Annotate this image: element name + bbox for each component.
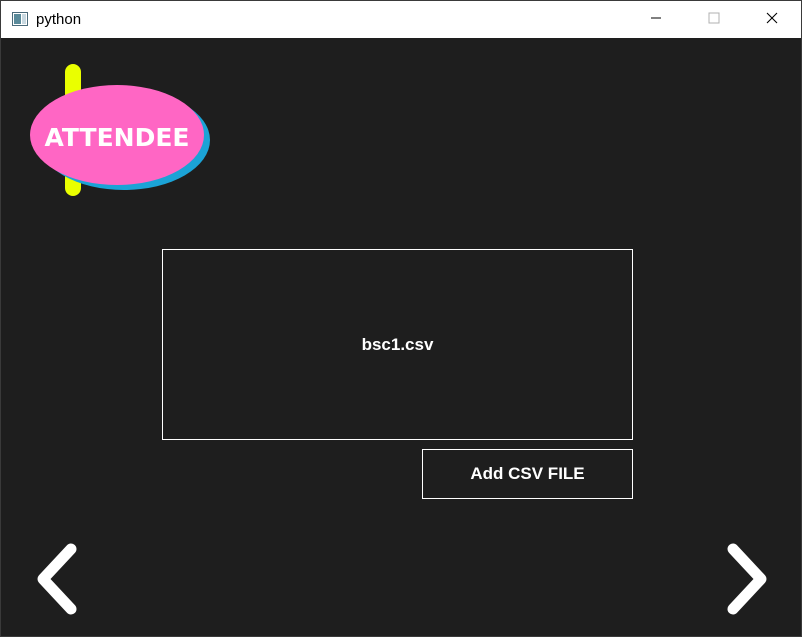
previous-button[interactable] [33,541,81,617]
maximize-button[interactable] [685,1,743,38]
attendee-logo: ATTENDEE [29,64,214,199]
maximize-icon [708,11,720,29]
window-title: python [36,11,82,28]
chevron-left-icon [33,543,81,621]
svg-text:ATTENDEE: ATTENDEE [45,123,190,152]
selected-file-name: bsc1.csv [361,334,434,354]
file-display-box: bsc1.csv [162,249,633,440]
close-button[interactable] [743,1,801,38]
title-bar[interactable]: python [1,1,801,38]
minimize-button[interactable] [627,1,685,38]
main-content: ATTENDEE bsc1.csv Add CSV FILE [1,38,801,636]
app-window-icon [12,12,28,26]
add-csv-file-button[interactable]: Add CSV FILE [422,449,633,499]
close-icon [766,11,778,29]
chevron-right-icon [723,543,771,621]
minimize-icon [650,11,662,29]
app-window: python ATTENDEE bsc1.csv Add CSV FILE [0,0,802,637]
next-button[interactable] [723,541,771,617]
